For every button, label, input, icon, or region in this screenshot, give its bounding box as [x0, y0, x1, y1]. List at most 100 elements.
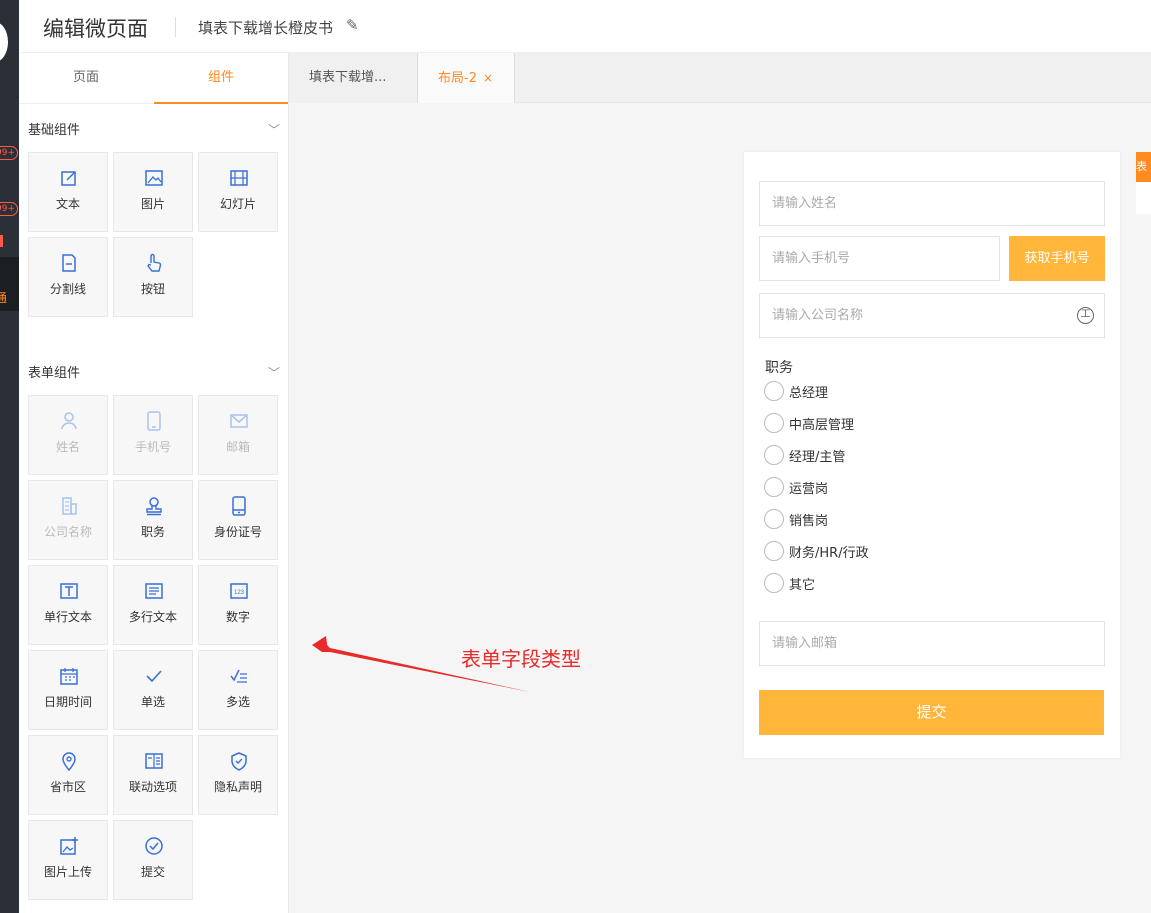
component-submit[interactable]: 提交	[113, 820, 193, 900]
component-single-line[interactable]: 单行文本	[28, 565, 108, 645]
component-image[interactable]: 图片	[113, 152, 193, 232]
component-name[interactable]: 姓名	[28, 395, 108, 475]
component-label: 隐私声明	[213, 780, 262, 794]
component-label: 姓名	[55, 440, 80, 454]
component-label: 联动选项	[128, 780, 177, 794]
calendar-icon	[60, 668, 78, 685]
notification-badge: 99+	[0, 202, 18, 216]
id-card-icon	[232, 496, 246, 516]
radio-circle[interactable]	[764, 413, 784, 433]
pencil-icon[interactable]: ✎	[346, 16, 359, 34]
component-datetime[interactable]: 日期时间	[28, 650, 108, 730]
component-id-card[interactable]: 身份证号	[198, 480, 278, 560]
name-input[interactable]: 请输入姓名	[759, 181, 1105, 226]
page-title: 编辑微页面	[43, 17, 148, 41]
stamp-icon	[146, 497, 162, 516]
component-phone[interactable]: 手机号	[113, 395, 193, 475]
rail-item-active[interactable]: 通	[0, 257, 19, 311]
divider-icon	[62, 254, 76, 272]
radio-circle[interactable]	[764, 509, 784, 529]
pointer-icon	[147, 253, 162, 272]
doc-tab[interactable]: 填表下载增...	[289, 53, 418, 103]
radio-label: 经理/主管	[789, 450, 846, 465]
image-upload-icon	[60, 837, 78, 855]
check-icon	[146, 670, 162, 683]
chevron-down-icon[interactable]: ﹀	[268, 364, 280, 381]
phone-input[interactable]: 请输入手机号	[759, 236, 1000, 281]
component-single-select[interactable]: 单选	[113, 650, 193, 730]
phone-icon	[147, 411, 161, 431]
close-icon[interactable]: ×	[483, 71, 493, 85]
basic-components-grid: 文本 图片 幻灯片 分割线 按钮	[28, 152, 280, 322]
submit-button[interactable]: 提交	[759, 690, 1104, 735]
avatar[interactable]	[0, 22, 8, 62]
radio-circle[interactable]	[764, 477, 784, 497]
location-icon	[62, 752, 76, 771]
ocr-icon[interactable]: 工	[1077, 307, 1094, 324]
component-label: 省市区	[49, 780, 86, 794]
tab-components[interactable]: 组件	[154, 53, 288, 104]
email-input[interactable]: 请输入邮箱	[759, 621, 1105, 666]
doc-tab-active[interactable]: 布局-2 ×	[418, 53, 515, 103]
component-image-upload[interactable]: 图片上传	[28, 820, 108, 900]
multiline-icon	[145, 583, 163, 599]
component-label: 提交	[140, 865, 165, 879]
component-number[interactable]: 123 数字	[198, 565, 278, 645]
left-rail: 99+ 99+ 通	[0, 0, 19, 913]
component-linked-options[interactable]: 联动选项	[113, 735, 193, 815]
radio-circle[interactable]	[764, 573, 784, 593]
form-components-grid: 姓名 手机号 邮箱 公司名称 职务 身份证号 单行文本 多行文本 123 数字 …	[28, 395, 280, 905]
check-circle-icon	[145, 837, 163, 855]
component-label: 多选	[225, 695, 250, 709]
component-label: 邮箱	[225, 440, 250, 454]
section-form[interactable]: 表单组件 ﹀	[28, 362, 280, 381]
component-company[interactable]: 公司名称	[28, 480, 108, 560]
radio-circle[interactable]	[764, 445, 784, 465]
component-label: 数字	[225, 610, 250, 624]
document-tabs: 填表下载增... 布局-2 ×	[289, 53, 1151, 103]
tab-page[interactable]: 页面	[19, 53, 153, 104]
component-label: 单选	[140, 695, 165, 709]
number-icon: 123	[230, 583, 248, 599]
component-label: 职务	[140, 525, 165, 539]
component-privacy[interactable]: 隐私声明	[198, 735, 278, 815]
component-region[interactable]: 省市区	[28, 735, 108, 815]
page-subtitle: 填表下载增长橙皮书	[198, 19, 334, 37]
component-label: 单行文本	[43, 610, 92, 624]
component-panel: 页面 组件 基础组件 ﹀ 文本 图片 幻灯片 分割线 按钮 表单组件 ﹀ 姓名 …	[19, 53, 289, 913]
company-input[interactable]: 请输入公司名称 工	[759, 293, 1105, 338]
component-multi-select[interactable]: 多选	[198, 650, 278, 730]
page-header: 编辑微页面 填表下载增长橙皮书 ✎	[19, 0, 1151, 53]
component-multi-line[interactable]: 多行文本	[113, 565, 193, 645]
component-email[interactable]: 邮箱	[198, 395, 278, 475]
divider	[175, 17, 176, 37]
side-card	[1136, 182, 1151, 214]
section-title: 表单组件	[28, 366, 81, 381]
radio-circle[interactable]	[764, 381, 784, 401]
company-placeholder: 请输入公司名称	[772, 308, 864, 323]
multi-check-icon	[230, 669, 247, 683]
form-preview[interactable]: 请输入姓名 请输入手机号 获取手机号 请输入公司名称 工 职务 总经理 中高层管…	[744, 152, 1120, 758]
mail-icon	[230, 414, 248, 428]
annotation-label: 表单字段类型	[461, 647, 581, 671]
position-label: 职务	[765, 360, 793, 376]
component-button[interactable]: 按钮	[113, 237, 193, 317]
component-label: 手机号	[134, 440, 171, 454]
component-divider[interactable]: 分割线	[28, 237, 108, 317]
chevron-down-icon[interactable]: ﹀	[268, 121, 280, 138]
section-basic[interactable]: 基础组件 ﹀	[28, 119, 280, 138]
component-position[interactable]: 职务	[113, 480, 193, 560]
radio-circle[interactable]	[764, 541, 784, 561]
red-marker	[0, 235, 3, 247]
get-phone-button[interactable]: 获取手机号	[1009, 236, 1105, 281]
radio-label: 销售岗	[789, 514, 829, 529]
component-text[interactable]: 文本	[28, 152, 108, 232]
side-tag[interactable]: 表	[1136, 152, 1151, 182]
component-slides[interactable]: 幻灯片	[198, 152, 278, 232]
radio-label: 总经理	[789, 386, 829, 401]
component-label: 图片上传	[43, 865, 92, 879]
component-label: 文本	[55, 197, 80, 211]
text-icon	[60, 583, 78, 599]
component-label: 身份证号	[213, 525, 262, 539]
link-options-icon	[145, 753, 163, 769]
